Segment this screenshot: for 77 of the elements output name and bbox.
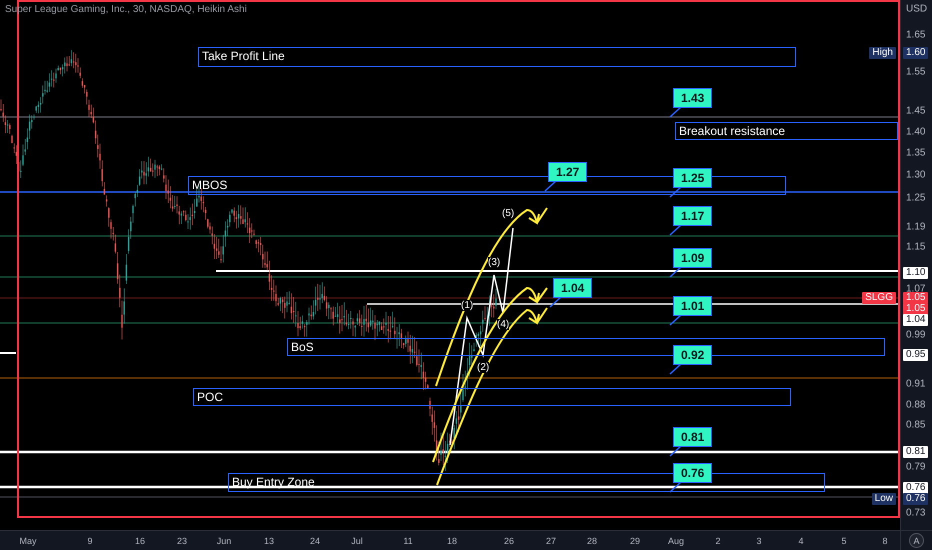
price-tag: 1.05: [903, 303, 928, 315]
annotation-box: Breakout resistance: [675, 122, 898, 140]
leader-line: [670, 106, 682, 118]
price-callout: 1.04: [553, 278, 592, 298]
price-tick-label: 1.30: [906, 170, 926, 180]
time-tick-label: 18: [447, 536, 457, 546]
leader-line: [670, 314, 682, 326]
price-tag-label: SLGG: [862, 292, 896, 304]
price-tick-label: 0.79: [906, 462, 926, 472]
price-tag: 1.60: [903, 47, 928, 59]
axis-unit: USD: [906, 4, 928, 14]
leader-line: [544, 180, 556, 192]
price-tag-label: Low: [872, 493, 896, 505]
price-tick-label: 0.73: [906, 508, 926, 518]
leader-line: [670, 224, 682, 236]
wave-label: (5): [502, 208, 514, 219]
time-tick-label: 23: [177, 536, 187, 546]
price-tag: 1.04: [903, 314, 928, 326]
price-level-line: [0, 352, 16, 354]
time-tick-label: 28: [587, 536, 597, 546]
auto-scale-button[interactable]: A: [909, 533, 924, 548]
price-callout: 0.81: [673, 427, 712, 447]
price-tick-label: 1.19: [906, 222, 926, 232]
price-callout: 1.17: [673, 206, 712, 226]
price-tick-label: 1.40: [906, 126, 926, 138]
price-tag: 0.81: [903, 446, 928, 458]
leader-line: [550, 296, 562, 308]
price-tick-label: 0.85: [906, 420, 926, 430]
price-callout: 1.25: [673, 168, 712, 188]
price-callout: 1.27: [548, 162, 588, 182]
wave-label: (1): [461, 300, 474, 311]
price-tag: 0.95: [903, 349, 928, 361]
price-callout: 1.09: [673, 248, 712, 268]
time-tick-label: 9: [88, 536, 92, 546]
price-tick-label: 0.88: [906, 400, 926, 410]
time-tick-label: 26: [504, 536, 514, 546]
time-tick-label: 4: [798, 536, 804, 546]
price-tick-label: 0.91: [906, 378, 926, 390]
wave-label: (3): [488, 257, 500, 268]
price-tick-label: 1.45: [906, 106, 926, 116]
time-tick-label: May: [20, 536, 36, 546]
leader-line: [670, 445, 682, 457]
price-tag-label: High: [869, 47, 896, 59]
time-tick-label: 11: [403, 536, 413, 546]
price-tick-label: 0.99: [906, 330, 926, 340]
annotation-box: Take Profit Line: [198, 47, 796, 67]
price-tag: 0.76: [903, 493, 928, 505]
time-tick-label: 8: [882, 536, 888, 546]
price-tick-label: 1.65: [906, 30, 926, 40]
time-tick-label: Jun: [216, 536, 232, 546]
time-tick-label: 29: [630, 536, 640, 546]
time-tick-label: 13: [264, 536, 274, 546]
price-tick-label: 1.25: [906, 192, 926, 204]
time-tick-label: 5: [842, 536, 846, 546]
leader-line: [670, 266, 682, 278]
price-tag: 0.76: [903, 482, 928, 494]
wave-label: (4): [497, 319, 510, 330]
wave-label: (2): [477, 362, 490, 373]
time-tick-label: 27: [546, 536, 556, 546]
time-tick-label: 24: [310, 536, 320, 546]
price-tick-label: 1.35: [906, 148, 926, 158]
price-tick-label: 1.15: [906, 242, 926, 252]
price-tick-label: 1.07: [906, 284, 926, 294]
price-callout: 0.92: [673, 345, 712, 365]
time-tick-label: 2: [716, 536, 720, 546]
price-callout: 1.43: [673, 88, 712, 108]
price-tag: 1.05: [903, 292, 928, 304]
price-tag: 1.10: [903, 267, 928, 279]
price-tick-label: 1.55: [906, 66, 926, 78]
leader-line: [670, 363, 682, 375]
time-tick-label: 16: [135, 536, 145, 546]
annotation-box: POC: [193, 388, 791, 406]
price-callout: 0.76: [673, 463, 712, 483]
time-tick-label: 3: [756, 536, 762, 546]
time-tick-label: Aug: [668, 536, 684, 546]
price-callout: 1.01: [673, 296, 712, 316]
time-tick-label: Jul: [351, 536, 363, 546]
